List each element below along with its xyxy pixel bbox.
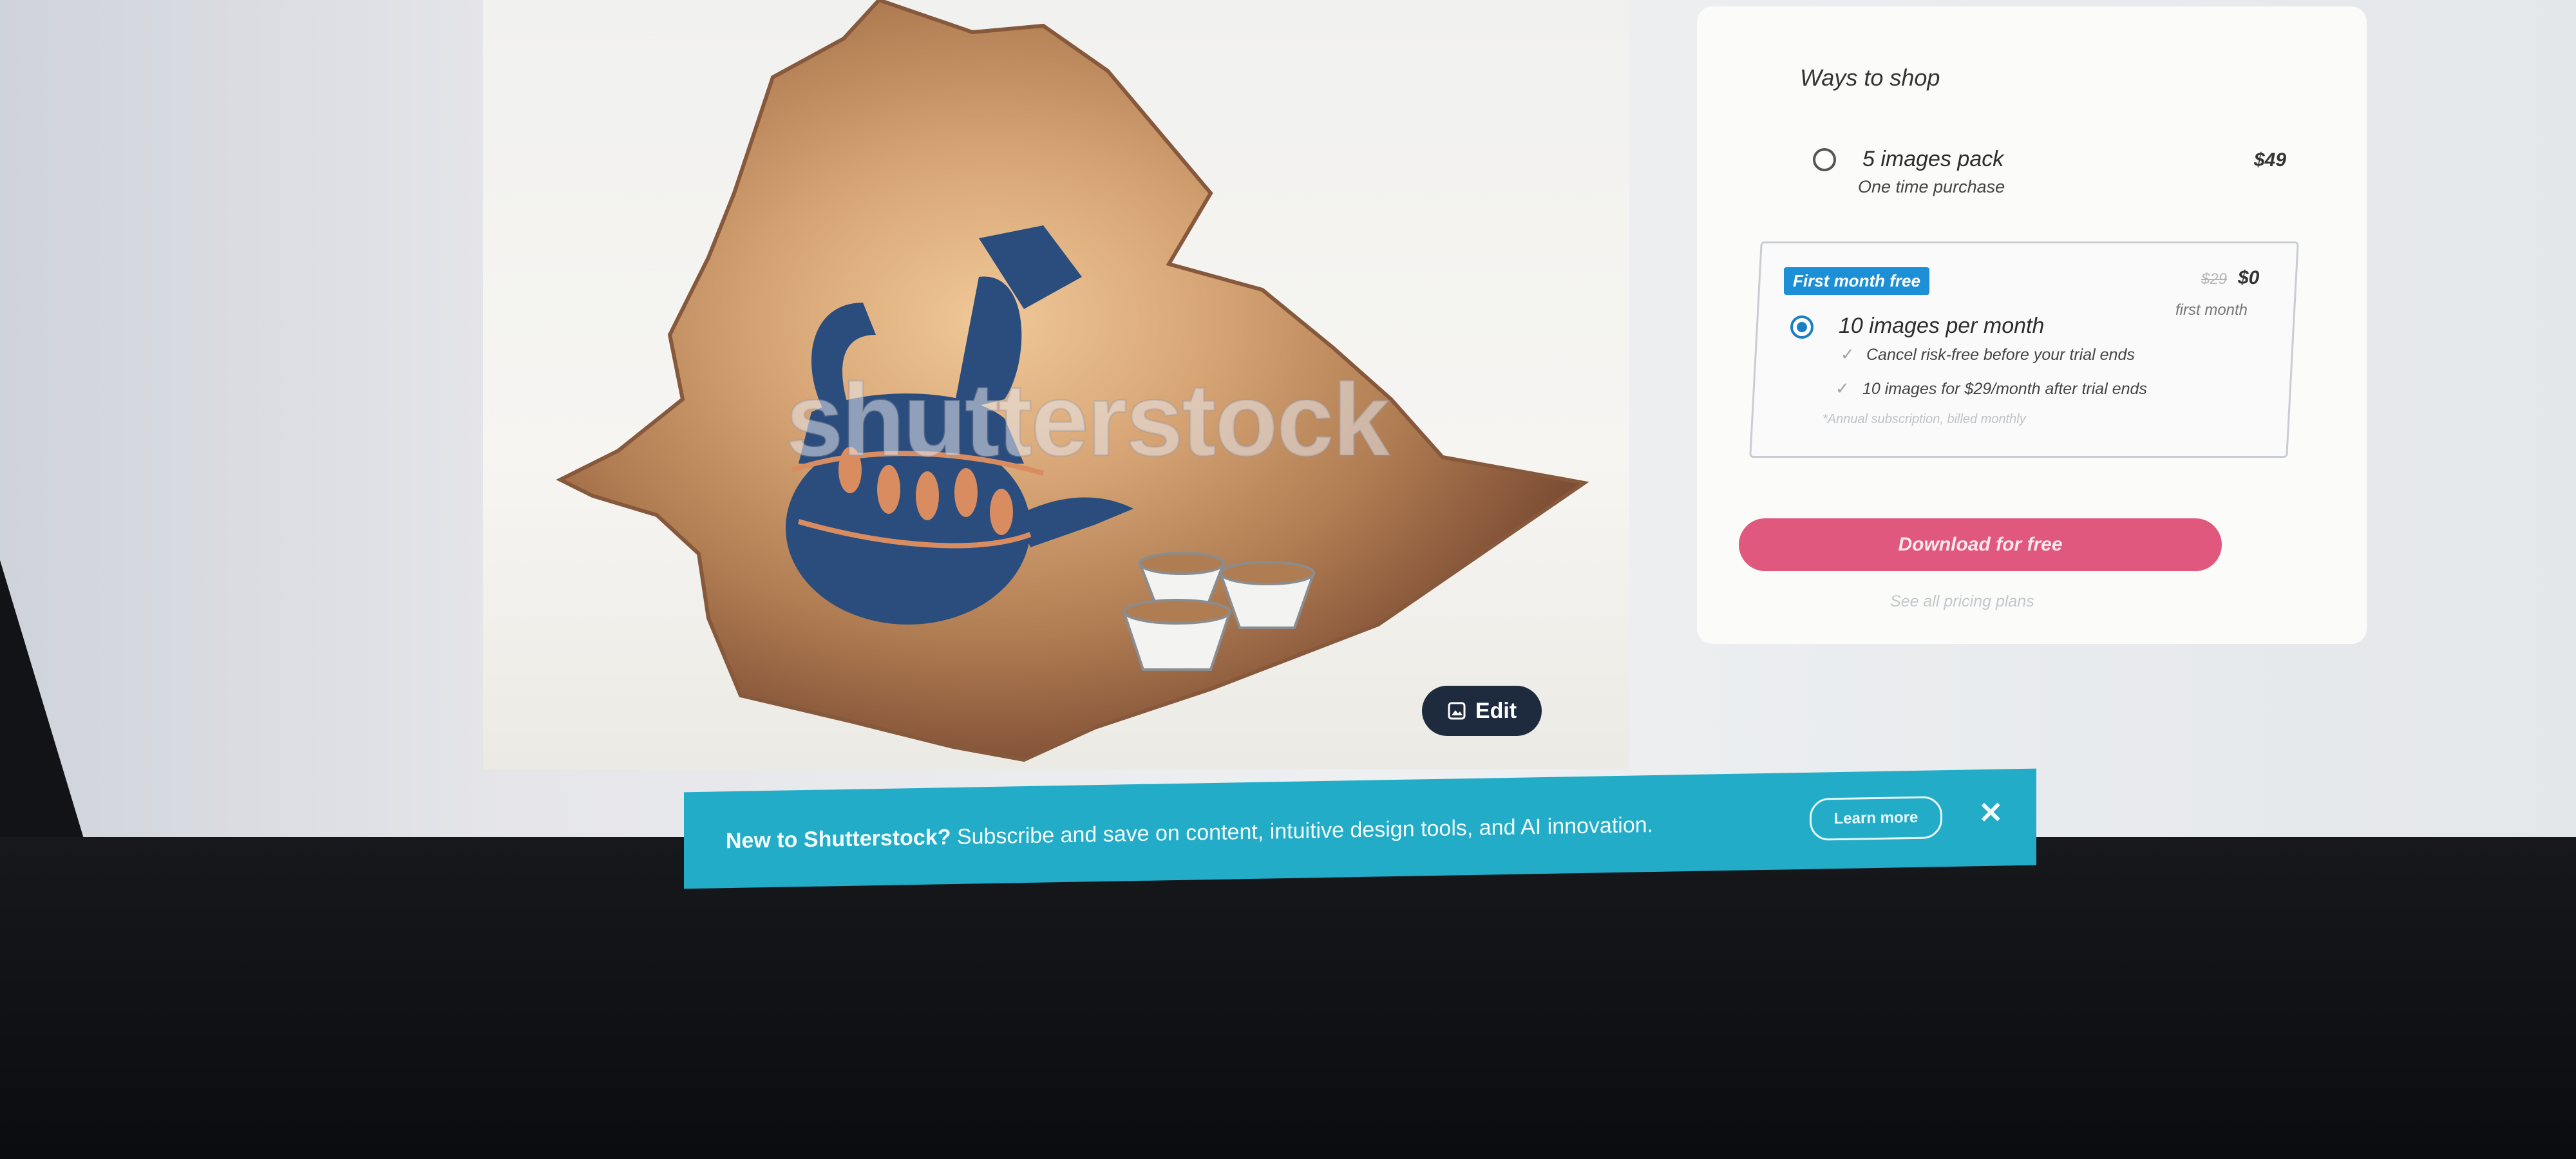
promo-text: New to Shutterstock? Subscribe and save …: [726, 813, 1653, 854]
subscription-name: 10 images per month: [1839, 314, 2045, 338]
promo-body: Subscribe and save on content, intuitive…: [956, 813, 1654, 849]
subscription-radio[interactable]: [1790, 316, 1814, 339]
edit-label: Edit: [1475, 698, 1517, 723]
pricing-plans-link[interactable]: See all pricing plans: [1890, 592, 2034, 611]
pack-subtitle: One time purchase: [1858, 177, 2005, 196]
download-button[interactable]: Download for free: [1739, 518, 2222, 571]
benefit-item: Cancel risk-free before your trial ends: [1866, 346, 2135, 364]
edit-button[interactable]: Edit: [1422, 686, 1542, 736]
check-icon: ✓: [1841, 344, 1855, 364]
first-month-free-badge: First month free: [1784, 267, 1929, 295]
learn-more-button[interactable]: Learn more: [1810, 796, 1942, 841]
fine-print: *Annual subscription, billed monthly: [1823, 412, 2026, 426]
pack-name: 5 images pack: [1862, 147, 2004, 171]
watermark: shutterstock: [784, 361, 1390, 478]
check-icon: ✓: [1835, 379, 1850, 398]
new-price: $0: [2238, 267, 2260, 288]
old-price: $29: [2201, 270, 2228, 288]
pack-price: $49: [2254, 149, 2287, 171]
benefit-item: 10 images for $29/month after trial ends: [1862, 380, 2147, 398]
price-note: first month: [2175, 301, 2248, 319]
promo-lead: New to Shutterstock?: [726, 825, 951, 854]
ways-to-shop-title: Ways to shop: [1800, 64, 1940, 91]
pack-radio[interactable]: [1813, 148, 1836, 171]
close-icon[interactable]: ✕: [1978, 795, 2003, 831]
edit-image-icon: [1448, 702, 1466, 720]
